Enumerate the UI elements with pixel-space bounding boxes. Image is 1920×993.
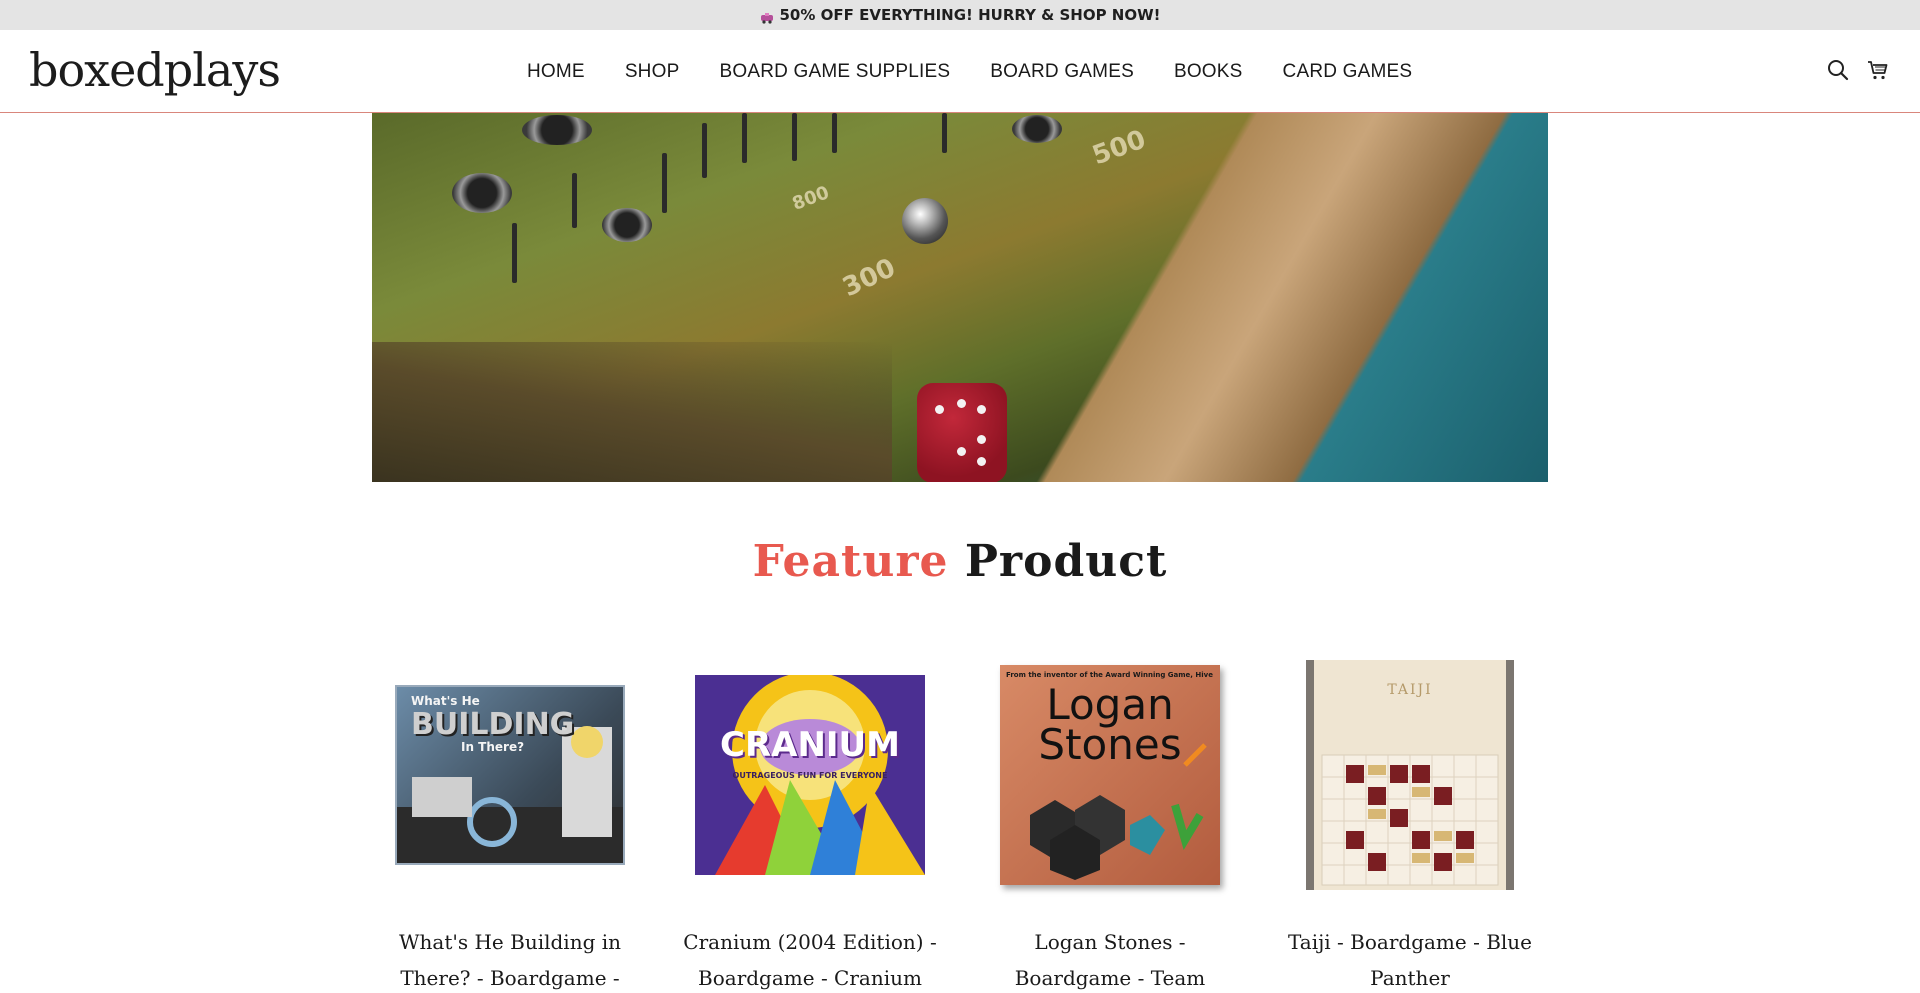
board-hole: [452, 173, 512, 213]
announcement-text: 50% OFF EVERYTHING! HURRY & SHOP NOW!: [779, 6, 1161, 24]
red-die: [917, 383, 1007, 482]
board-hole: [602, 208, 652, 242]
game-box-logan-stones: From the inventor of the Award Winning G…: [1000, 665, 1220, 885]
product-name[interactable]: What's He Building in There? - Boardgame…: [372, 924, 648, 993]
board-ball: [902, 198, 948, 244]
gift-car-icon: [760, 10, 774, 24]
product-image[interactable]: TAIJI: [1272, 640, 1548, 910]
nav-board-games[interactable]: BOARD GAMES: [990, 61, 1134, 83]
cart-icon[interactable]: [1866, 58, 1890, 82]
section-title-rest: Product: [964, 536, 1168, 587]
product-name[interactable]: Logan Stones - Boardgame - Team Componen…: [972, 924, 1248, 993]
hero-board-side: [372, 342, 892, 482]
product-card[interactable]: TAIJI Taiji - Boardgame - Blue Panther: [1272, 640, 1548, 993]
hero-banner-image: 300 500 800: [372, 113, 1548, 482]
section-title-accent: Feature: [752, 536, 949, 587]
board-hole: [1012, 115, 1062, 143]
box-tagline: OUTRAGEOUS FUN FOR EVERYONE: [732, 771, 888, 780]
product-card[interactable]: CRANIUM OUTRAGEOUS FUN FOR EVERYONE Cran…: [672, 640, 948, 993]
box-title: What's He BUILDING In There?: [411, 694, 575, 755]
announcement-bar: 50% OFF EVERYTHING! HURRY & SHOP NOW!: [0, 0, 1920, 30]
search-icon[interactable]: [1826, 58, 1850, 82]
main-nav: HOME SHOP BOARD GAME SUPPLIES BOARD GAME…: [527, 30, 1412, 113]
product-card[interactable]: What's He BUILDING In There? What's He B…: [372, 640, 648, 993]
board-number: 800: [789, 182, 833, 215]
product-card[interactable]: From the inventor of the Award Winning G…: [972, 640, 1248, 993]
board-number: 300: [838, 252, 901, 304]
product-image[interactable]: What's He BUILDING In There?: [372, 640, 648, 910]
nav-board-game-supplies[interactable]: BOARD GAME SUPPLIES: [719, 61, 950, 83]
product-image[interactable]: CRANIUM OUTRAGEOUS FUN FOR EVERYONE: [672, 640, 948, 910]
product-name[interactable]: Taiji - Boardgame - Blue Panther: [1272, 924, 1548, 993]
section-title: Feature Product: [0, 536, 1920, 587]
product-image[interactable]: From the inventor of the Award Winning G…: [972, 640, 1248, 910]
board-hole: [522, 115, 592, 145]
nav-home[interactable]: HOME: [527, 61, 585, 83]
game-box-cranium: CRANIUM OUTRAGEOUS FUN FOR EVERYONE: [695, 675, 925, 875]
board-pin: [702, 123, 707, 178]
board-pin: [512, 223, 517, 283]
board-pin: [832, 113, 837, 153]
site-header: boxedplays HOME SHOP BOARD GAME SUPPLIES…: [0, 30, 1920, 113]
box-title: CRANIUM: [720, 725, 900, 765]
board-pin: [742, 113, 747, 163]
board-pin: [942, 113, 947, 153]
site-logo[interactable]: boxedplays: [29, 43, 281, 98]
product-grid: What's He BUILDING In There? What's He B…: [372, 640, 1548, 993]
board-pin: [792, 113, 797, 161]
game-box-taiji: TAIJI: [1306, 660, 1514, 890]
nav-shop[interactable]: SHOP: [625, 61, 680, 83]
board-pin: [572, 173, 577, 228]
board-pin: [662, 153, 667, 213]
header-actions: [1826, 58, 1890, 82]
nav-card-games[interactable]: CARD GAMES: [1283, 61, 1413, 83]
product-name[interactable]: Cranium (2004 Edition) - Boardgame - Cra…: [672, 924, 948, 993]
nav-books[interactable]: BOOKS: [1174, 61, 1243, 83]
game-box-whats-he-building: What's He BUILDING In There?: [395, 685, 625, 865]
